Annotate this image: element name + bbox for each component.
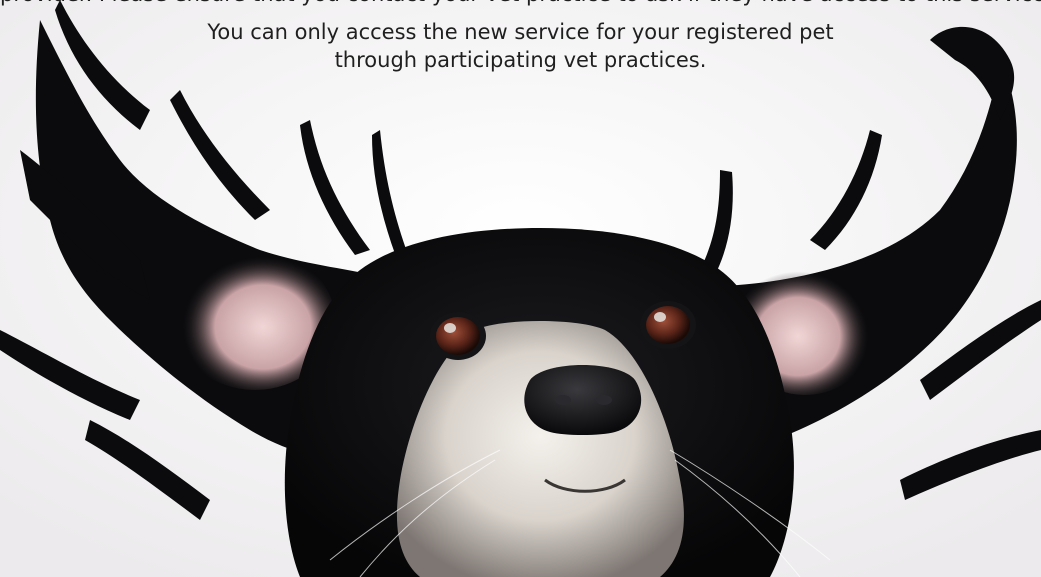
- dog-nose: [524, 365, 642, 435]
- caption-line-1: You can only access the new service for …: [207, 20, 834, 44]
- caption-line-2: through participating vet practices.: [334, 48, 707, 72]
- caption: You can only access the new service for …: [0, 18, 1041, 74]
- dog-photo: [0, 0, 1041, 577]
- caption-clipped-line: provider. Please ensure that you contact…: [0, 0, 1041, 8]
- page: provider. Please ensure that you contact…: [0, 0, 1041, 577]
